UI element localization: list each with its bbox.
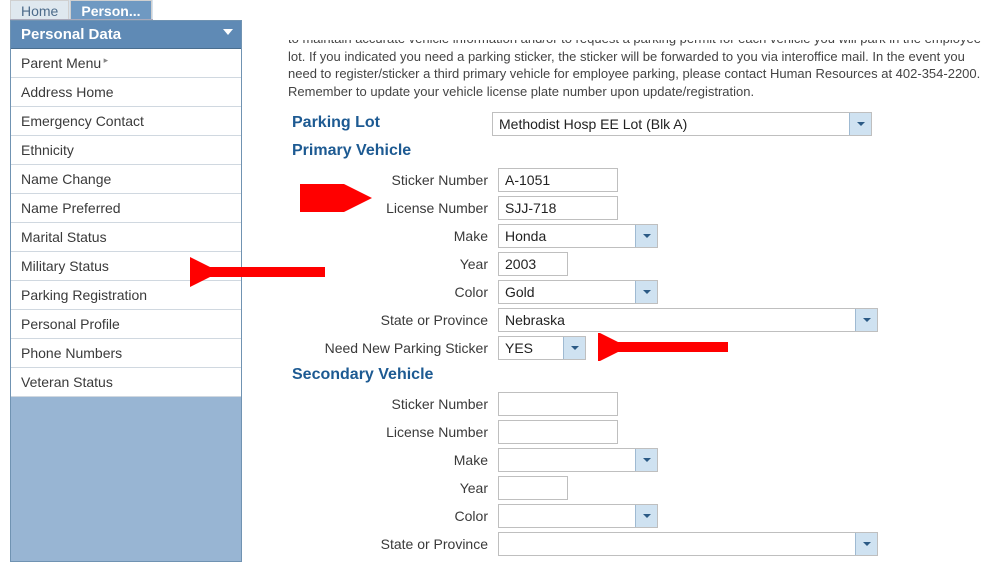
select-primary-make[interactable]: Honda bbox=[498, 224, 658, 248]
select-primary-state[interactable]: Nebraska bbox=[498, 308, 878, 332]
sidebar: Personal Data Parent Menu Address Home E… bbox=[10, 20, 242, 562]
content: to maintain accurate vehicle information… bbox=[282, 40, 987, 560]
label-primary-make: Make bbox=[282, 228, 498, 244]
label-primary-need-sticker: Need New Parking Sticker bbox=[282, 340, 498, 356]
label-secondary-sticker-number: Sticker Number bbox=[282, 396, 498, 412]
chevron-down-icon bbox=[563, 337, 585, 359]
chevron-down-icon bbox=[855, 309, 877, 331]
heading-primary-vehicle: Primary Vehicle bbox=[282, 140, 411, 164]
sidebar-item-address-home[interactable]: Address Home bbox=[11, 78, 241, 107]
tab-person[interactable]: Person... bbox=[70, 0, 151, 19]
chevron-down-icon bbox=[635, 505, 657, 527]
label-secondary-state: State or Province bbox=[282, 536, 498, 552]
sidebar-item-phone-numbers[interactable]: Phone Numbers bbox=[11, 339, 241, 368]
select-primary-make-value: Honda bbox=[505, 228, 552, 244]
chevron-down-icon bbox=[849, 113, 871, 135]
tab-person-label: Person... bbox=[81, 3, 140, 19]
sidebar-item-marital-status[interactable]: Marital Status bbox=[11, 223, 241, 252]
label-secondary-license-number: License Number bbox=[282, 424, 498, 440]
tab-home-label: Home bbox=[21, 3, 58, 19]
input-secondary-year[interactable] bbox=[498, 476, 568, 500]
sidebar-item-personal-profile[interactable]: Personal Profile bbox=[11, 310, 241, 339]
chevron-down-icon bbox=[635, 281, 657, 303]
chevron-down-icon bbox=[635, 449, 657, 471]
input-primary-sticker-number[interactable] bbox=[498, 168, 618, 192]
sidebar-menu: Parent Menu Address Home Emergency Conta… bbox=[11, 49, 241, 397]
sidebar-item-military-status[interactable]: Military Status bbox=[11, 252, 241, 281]
label-secondary-make: Make bbox=[282, 452, 498, 468]
select-primary-color-value: Gold bbox=[505, 284, 541, 300]
sidebar-header-label: Personal Data bbox=[21, 26, 121, 43]
sidebar-item-emergency-contact[interactable]: Emergency Contact bbox=[11, 107, 241, 136]
sidebar-item-parking-registration[interactable]: Parking Registration bbox=[11, 281, 241, 310]
label-secondary-color: Color bbox=[282, 508, 498, 524]
select-primary-need-sticker-value: YES bbox=[505, 340, 539, 356]
heading-secondary-vehicle: Secondary Vehicle bbox=[282, 364, 433, 388]
sidebar-item-parent-menu[interactable]: Parent Menu bbox=[11, 49, 241, 78]
select-secondary-color[interactable] bbox=[498, 504, 658, 528]
input-primary-year[interactable] bbox=[498, 252, 568, 276]
chevron-down-icon bbox=[855, 533, 877, 555]
select-primary-state-value: Nebraska bbox=[505, 312, 571, 328]
tab-home[interactable]: Home bbox=[10, 0, 69, 19]
sidebar-header[interactable]: Personal Data bbox=[11, 21, 241, 49]
label-primary-color: Color bbox=[282, 284, 498, 300]
label-primary-state: State or Province bbox=[282, 312, 498, 328]
chevron-down-icon bbox=[635, 225, 657, 247]
input-secondary-sticker-number[interactable] bbox=[498, 392, 618, 416]
label-secondary-year: Year bbox=[282, 480, 498, 496]
label-primary-sticker-number: Sticker Number bbox=[282, 172, 498, 188]
label-parking-lot: Parking Lot bbox=[282, 112, 492, 136]
label-primary-license-number: License Number bbox=[282, 200, 498, 216]
input-secondary-license-number[interactable] bbox=[498, 420, 618, 444]
sidebar-item-name-preferred[interactable]: Name Preferred bbox=[11, 194, 241, 223]
sidebar-item-veteran-status[interactable]: Veteran Status bbox=[11, 368, 241, 397]
select-primary-color[interactable]: Gold bbox=[498, 280, 658, 304]
select-parking-lot-value: Methodist Hosp EE Lot (Blk A) bbox=[499, 116, 693, 132]
intro-text: to maintain accurate vehicle information… bbox=[282, 40, 987, 108]
select-parking-lot[interactable]: Methodist Hosp EE Lot (Blk A) bbox=[492, 112, 872, 136]
select-primary-need-sticker[interactable]: YES bbox=[498, 336, 586, 360]
input-primary-license-number[interactable] bbox=[498, 196, 618, 220]
select-secondary-make[interactable] bbox=[498, 448, 658, 472]
sidebar-item-ethnicity[interactable]: Ethnicity bbox=[11, 136, 241, 165]
select-secondary-state[interactable] bbox=[498, 532, 878, 556]
label-primary-year: Year bbox=[282, 256, 498, 272]
top-tabs: Home Person... bbox=[10, 0, 153, 20]
sidebar-item-name-change[interactable]: Name Change bbox=[11, 165, 241, 194]
